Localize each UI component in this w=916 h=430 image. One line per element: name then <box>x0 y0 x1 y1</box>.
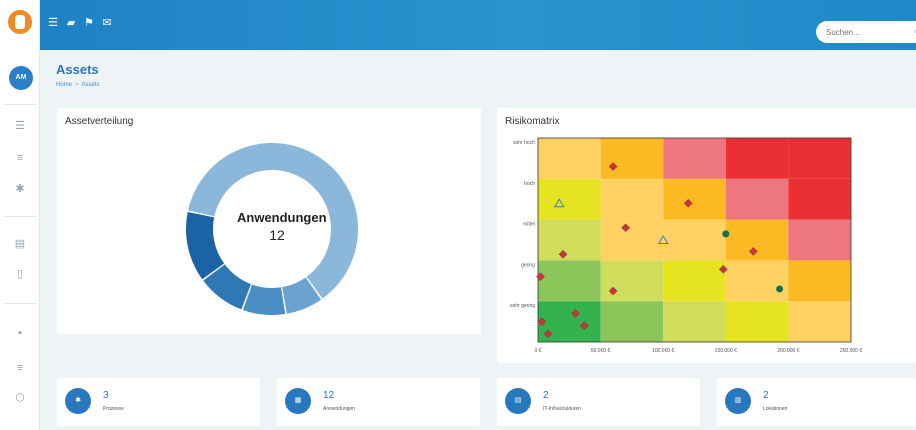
matrix-cell <box>663 178 726 220</box>
asset-distribution-card: Assetverteilung Anwendungen 12 <box>57 108 481 334</box>
page-title: Assets <box>56 62 99 77</box>
search-input[interactable] <box>816 21 916 43</box>
avatar[interactable]: AM <box>9 66 33 90</box>
list-icon[interactable]: ☰ <box>10 118 30 134</box>
sidebar-divider <box>4 216 36 217</box>
matrix-cell <box>663 219 726 261</box>
stat-value: 12 <box>323 390 335 401</box>
stat-value: 3 <box>103 390 109 401</box>
matrix-cell <box>538 260 601 302</box>
matrix-cell <box>725 138 789 179</box>
y-tick-label: hoch <box>524 181 535 187</box>
building-icon: ▥ <box>725 388 751 414</box>
y-tick-label: sehr hoch <box>513 140 535 146</box>
risk-matrix-card: Risikomatrix sehr gering gering mittel hoch… <box>497 108 916 363</box>
x-tick-label: 250.000 € <box>840 348 862 354</box>
matrix-cell <box>788 178 851 220</box>
risk-matrix-chart: sehr gering gering mittel hoch sehr hoch 0 € 5… <box>510 137 862 354</box>
chat-icon[interactable]: ▪ <box>10 325 30 341</box>
y-tick-label: mittel <box>523 222 535 228</box>
gear-icon[interactable]: ✱ <box>10 181 30 197</box>
matrix-cell <box>600 219 664 261</box>
stat-label: Prozesse <box>103 406 124 412</box>
stat-card-locations[interactable]: ▥ 2 Lokationen <box>717 378 916 426</box>
search-icon[interactable]: ○ <box>910 24 916 38</box>
matrix-cell <box>600 260 664 302</box>
shield-icon[interactable]: ⬡ <box>10 390 30 406</box>
mail-icon[interactable]: ✉ <box>100 16 114 30</box>
book-icon[interactable]: ▰ <box>64 16 78 30</box>
breadcrumb-current: Assets <box>81 82 100 88</box>
matrix-cell <box>788 301 851 342</box>
sidebar-divider <box>4 104 36 105</box>
stat-value: 2 <box>543 390 549 401</box>
risk-point-circle[interactable] <box>776 285 784 293</box>
matrix-cell <box>600 301 664 342</box>
matrix-cell <box>725 260 789 302</box>
x-tick-label: 150.000 € <box>715 348 737 354</box>
stat-label: Lokationen <box>763 406 788 412</box>
donut-slice[interactable] <box>186 212 225 280</box>
logo[interactable] <box>8 10 32 34</box>
flag-icon[interactable]: ⚑ <box>82 16 96 30</box>
matrix-cell <box>663 138 726 179</box>
risk-point-circle[interactable] <box>722 230 730 238</box>
stat-label: Anwendungen <box>323 406 355 412</box>
matrix-cell <box>663 260 726 302</box>
matrix-cell <box>663 301 726 342</box>
matrix-cell <box>725 178 789 220</box>
matrix-cell <box>725 219 789 261</box>
book-icon[interactable]: ▯ <box>10 266 30 282</box>
donut-slice[interactable] <box>242 284 286 315</box>
matrix-cell <box>538 219 601 261</box>
sidebar: AM ☰ ≡ ✱ ▤ ▯ ▪ ≡ ⬡ <box>0 0 40 430</box>
stat-label: IT-Infrastrukturen <box>543 406 582 412</box>
gear-icon: ✱ <box>65 388 91 414</box>
checklist-icon[interactable]: ≡ <box>10 360 30 376</box>
matrix-cell <box>538 178 601 220</box>
chevron-right-icon: > <box>75 82 79 88</box>
grid-icon: ▦ <box>285 388 311 414</box>
x-tick-label: 200.000 € <box>777 348 799 354</box>
donut-center: Anwendungen 12 <box>237 210 327 243</box>
y-tick-label: sehr gering <box>510 303 535 309</box>
sidebar-divider <box>4 303 36 304</box>
topbar: ☰ ▰ ⚑ ✉ ○ <box>40 0 916 50</box>
matrix-cell <box>600 178 664 220</box>
matrix-cell <box>725 301 789 342</box>
list-detail-icon[interactable]: ≡ <box>10 150 30 166</box>
matrix-cell <box>788 260 851 302</box>
matrix-cell <box>788 219 851 261</box>
stat-card-it-infrastructure[interactable]: ▤ 2 IT-Infrastrukturen <box>497 378 700 426</box>
breadcrumb: Home > Assets <box>56 82 100 88</box>
matrix-cell <box>788 138 851 179</box>
matrix-cell <box>538 138 601 179</box>
stat-card-applications[interactable]: ▦ 12 Anwendungen <box>277 378 480 426</box>
matrix-cell <box>600 138 664 179</box>
stat-card-processes[interactable]: ✱ 3 Prozesse <box>57 378 260 426</box>
stat-value: 2 <box>763 390 769 401</box>
menu-icon[interactable]: ☰ <box>46 16 60 30</box>
x-tick-label: 100.000 € <box>652 348 674 354</box>
document-icon[interactable]: ▤ <box>10 236 30 252</box>
x-tick-label: 50.000 € <box>591 348 611 354</box>
breadcrumb-home[interactable]: Home <box>56 82 72 88</box>
y-tick-label: gering <box>521 262 535 268</box>
donut-center-value: 12 <box>269 227 285 243</box>
server-icon: ▤ <box>505 388 531 414</box>
x-tick-label: 0 € <box>535 348 542 354</box>
donut-center-label: Anwendungen <box>237 210 327 225</box>
